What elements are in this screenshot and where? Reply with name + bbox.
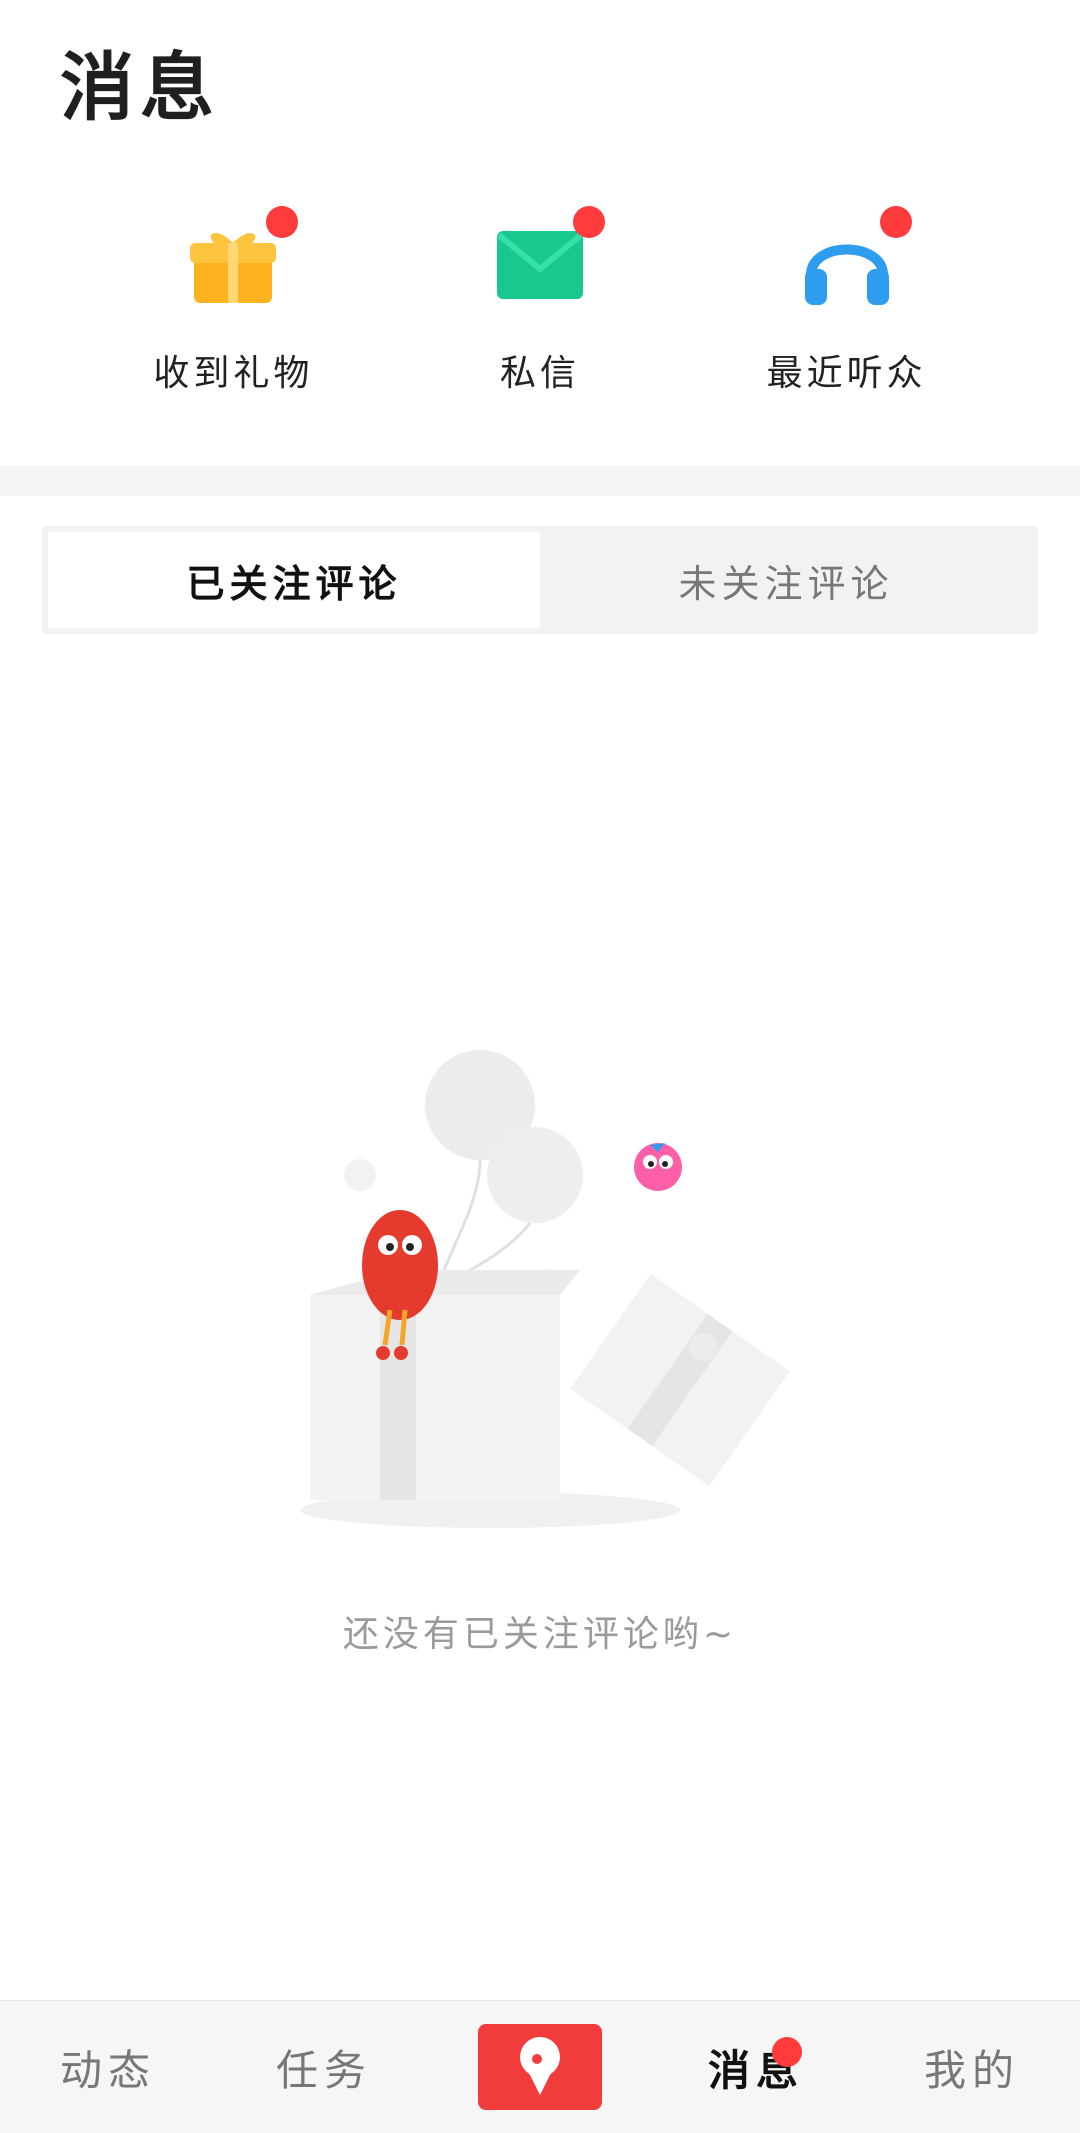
mail-badge xyxy=(572,206,605,238)
nav-item-profile[interactable]: 我的 xyxy=(864,2001,1080,2133)
entry-label: 收到礼物 xyxy=(153,353,314,394)
comment-tabs: 已关注评论 未关注评论 xyxy=(42,526,1038,634)
tab-unfollowed-comments[interactable]: 未关注评论 xyxy=(540,532,1032,628)
headphones-badge xyxy=(879,206,912,238)
nav-item-record[interactable] xyxy=(432,2001,648,2133)
page-title: 消息 xyxy=(60,45,220,131)
nav-item-tasks[interactable]: 任务 xyxy=(216,2001,432,2133)
nav-label: 动态 xyxy=(59,2045,156,2095)
record-icon xyxy=(520,2037,560,2095)
nav-item-feed[interactable]: 动态 xyxy=(0,2001,216,2133)
quick-entries: 收到礼物 私信 最近听众 xyxy=(0,206,1080,410)
entry-private-message[interactable]: 私信 xyxy=(420,206,660,396)
gift-badge xyxy=(266,206,299,238)
entry-label: 私信 xyxy=(499,353,580,394)
mail-icon xyxy=(485,206,605,320)
nav-label: 任务 xyxy=(275,2045,372,2095)
messages-badge xyxy=(772,2037,802,2067)
bottom-nav: 动态 任务 消息 我的 xyxy=(0,2000,1080,2133)
headphones-icon xyxy=(792,206,912,320)
gift-icon xyxy=(178,206,299,320)
entry-label: 最近听众 xyxy=(766,353,927,394)
empty-state-illustration xyxy=(280,1040,800,1560)
section-divider xyxy=(0,466,1080,496)
entry-received-gifts[interactable]: 收到礼物 xyxy=(113,206,353,396)
record-button[interactable] xyxy=(478,2024,602,2110)
empty-state-text: 还没有已关注评论哟~ xyxy=(342,1614,738,1655)
nav-item-messages[interactable]: 消息 xyxy=(648,2001,864,2133)
messages-page: 消息 收到礼物 私信 最近听众 已关注评论 未关注评论 还没有已关注评论哟~ 动… xyxy=(0,0,1080,2133)
entry-recent-listeners[interactable]: 最近听众 xyxy=(727,206,967,396)
tab-followed-comments[interactable]: 已关注评论 xyxy=(48,532,540,628)
nav-label: 我的 xyxy=(923,2045,1020,2095)
